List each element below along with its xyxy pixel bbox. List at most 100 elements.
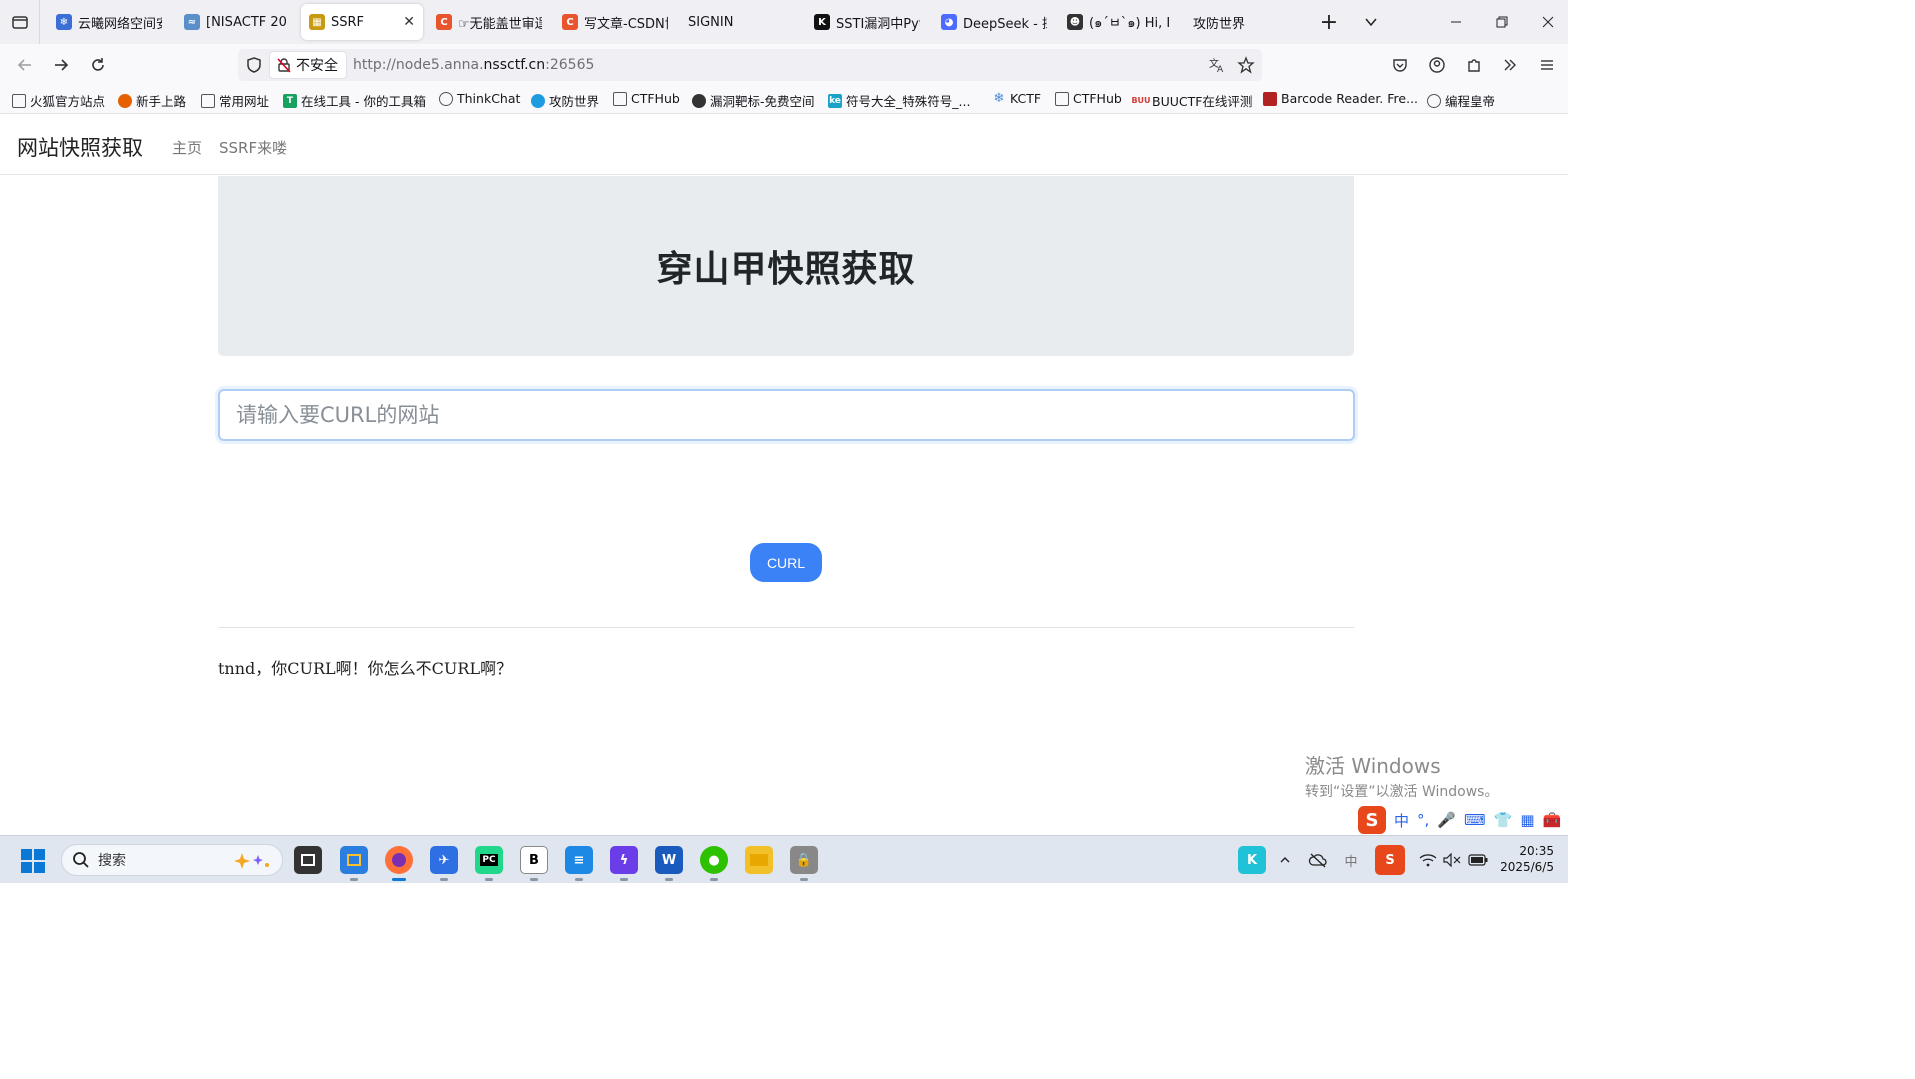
taskbar-app-bird[interactable]: ✈	[430, 846, 458, 874]
taskbar-app-lock[interactable]: 🔒	[790, 846, 818, 874]
tab-favicon-icon: ☻	[1067, 14, 1083, 30]
ime-toolbox-icon[interactable]: 🧰	[1543, 811, 1562, 829]
ime-mode-toggle[interactable]: 中	[1394, 810, 1409, 831]
notepad-button[interactable]: ≡	[565, 846, 593, 874]
forward-button[interactable]	[46, 50, 76, 80]
folder-icon	[750, 854, 768, 866]
bookmark-item[interactable]: CTFHub	[1055, 91, 1122, 106]
tab-title: DeepSeek - 探	[963, 16, 1047, 32]
tab-ssti[interactable]: K SSTI漏洞中Pyt	[806, 4, 928, 40]
firefox-taskbar-button[interactable]	[385, 846, 413, 874]
ime-punctuation-icon[interactable]: °,	[1417, 811, 1429, 829]
extensions-button[interactable]	[1459, 50, 1489, 80]
tab-nisactf[interactable]: ≈ [NISACTF 202	[176, 4, 294, 40]
taskbar-search[interactable]: 搜索	[61, 844, 283, 876]
url-text[interactable]: http://node5.anna.nssctf.cn:26565	[353, 57, 594, 73]
restore-button[interactable]	[1479, 0, 1525, 44]
svg-text:A: A	[1217, 65, 1224, 74]
app-menu-button[interactable]	[1532, 50, 1562, 80]
volume-tray[interactable]	[1442, 836, 1462, 884]
bookmark-item[interactable]: 常用网址	[201, 91, 269, 110]
tab-favicon-icon: K	[814, 14, 830, 30]
overflow-menu-button[interactable]	[1495, 50, 1525, 80]
tab-favicon-icon: C	[562, 14, 578, 30]
taskbar-app-1[interactable]	[340, 846, 368, 874]
bookmark-item[interactable]: ❄ KCTF	[992, 91, 1042, 106]
bookmark-item[interactable]: 火狐官方站点	[12, 91, 105, 110]
ime-keyboard-icon[interactable]: ⌨	[1464, 811, 1486, 829]
file-explorer-button[interactable]	[745, 846, 773, 874]
pycharm-button[interactable]: PC	[475, 846, 503, 874]
address-bar[interactable]: 不安全 http://node5.anna.nssctf.cn:26565 文A	[238, 49, 1262, 81]
task-view-button[interactable]	[294, 846, 322, 874]
onedrive-tray[interactable]	[1306, 836, 1330, 884]
bookmark-item[interactable]: ke 符号大全_特殊符号_...	[828, 91, 970, 110]
ime-skin-icon[interactable]: 👕	[1494, 811, 1513, 829]
account-button[interactable]	[1422, 50, 1452, 80]
navigation-toolbar: 不安全 http://node5.anna.nssctf.cn:26565 文A	[0, 44, 1568, 86]
url-port: :26565	[545, 57, 595, 73]
bookmark-item[interactable]: BUU BUUCTF在线评测	[1131, 91, 1252, 110]
back-button[interactable]	[10, 50, 40, 80]
bolt-icon: ϟ	[619, 852, 629, 868]
bookmark-star-button[interactable]	[1231, 50, 1261, 80]
tab-csdn-write[interactable]: C 写文章-CSDN博	[554, 4, 676, 40]
tab-signin[interactable]: SIGNIN	[680, 4, 802, 40]
reload-icon	[92, 58, 104, 71]
tab-yunxi[interactable]: ❄ 云曦网络空间安	[48, 4, 170, 40]
folder-icon	[12, 93, 26, 108]
nav-link-home[interactable]: 主页	[172, 137, 202, 158]
tracking-shield-icon[interactable]	[245, 56, 263, 74]
start-button[interactable]	[19, 847, 47, 875]
divider	[218, 627, 1354, 628]
bookmark-item[interactable]: 编程皇帝	[1427, 91, 1495, 110]
connection-security-indicator[interactable]: 不安全	[269, 51, 347, 79]
pocket-button[interactable]	[1385, 50, 1415, 80]
translate-button[interactable]: 文A	[1202, 50, 1232, 80]
tab-hi[interactable]: ☻ (๑´ㅂ`๑) Hi, I n	[1059, 4, 1181, 40]
sogou-logo-icon[interactable]: S	[1358, 806, 1386, 834]
tab-list-button[interactable]	[0, 0, 40, 44]
word-button[interactable]: W	[655, 846, 683, 874]
tab-deepseek[interactable]: ◕ DeepSeek - 探	[933, 4, 1055, 40]
cloud-offline-icon	[1308, 853, 1327, 868]
sogou-tray-button[interactable]: S	[1375, 845, 1405, 875]
reload-button[interactable]	[83, 50, 113, 80]
running-indicator	[350, 878, 358, 881]
bookmark-item[interactable]: ThinkChat	[439, 91, 520, 106]
tab-ssrf[interactable]: ▦ SSRF ✕	[301, 4, 423, 40]
bookmark-item[interactable]: 漏洞靶标-免费空间	[692, 91, 815, 110]
tab-overflow-button[interactable]	[1348, 0, 1394, 44]
bookmark-item[interactable]: T 在线工具 - 你的工具箱	[283, 91, 426, 110]
taskbar-app-bolt[interactable]: ϟ	[610, 846, 638, 874]
ime-grid-icon[interactable]: ▦	[1520, 811, 1534, 829]
url-prefix: http://node5.anna.	[353, 57, 484, 73]
battery-tray[interactable]	[1467, 836, 1489, 884]
system-clock[interactable]: 20:35 2025/6/5	[1498, 843, 1554, 875]
curl-button[interactable]: CURL	[750, 543, 822, 582]
tab-csdn-article[interactable]: C ☞无能盖世审逞	[428, 4, 550, 40]
new-tab-button[interactable]: +	[1306, 0, 1352, 44]
bookmark-item[interactable]: CTFHub	[613, 91, 680, 106]
minimize-button[interactable]	[1433, 0, 1479, 44]
tray-ime-indicator[interactable]: 中	[1340, 836, 1362, 884]
tab-title: ☞无能盖世审逞	[458, 16, 542, 32]
bookmark-item[interactable]: 攻防世界	[531, 91, 599, 110]
tab-favicon-icon: C	[436, 14, 452, 30]
burp-button[interactable]: B	[520, 846, 548, 874]
bookmark-label: 常用网址	[219, 94, 270, 109]
bookmark-label: ThinkChat	[457, 91, 521, 106]
tray-app-k[interactable]: K	[1238, 846, 1266, 874]
wechat-button[interactable]: ●	[700, 846, 728, 874]
tab-close-icon[interactable]: ✕	[397, 14, 415, 30]
tab-adworld[interactable]: 攻防世界	[1185, 4, 1307, 40]
close-window-button[interactable]	[1525, 0, 1571, 44]
site-brand[interactable]: 网站快照获取	[17, 132, 143, 162]
bookmark-item[interactable]: Barcode Reader. Fre...	[1263, 91, 1418, 106]
wifi-tray[interactable]	[1418, 836, 1438, 884]
ime-microphone-icon[interactable]: 🎤	[1437, 811, 1456, 829]
bookmark-item[interactable]: 新手上路	[118, 91, 186, 110]
tray-overflow-button[interactable]	[1274, 836, 1296, 884]
nav-link-ssrf[interactable]: SSRF来喽	[219, 137, 287, 158]
url-input[interactable]	[218, 389, 1355, 441]
